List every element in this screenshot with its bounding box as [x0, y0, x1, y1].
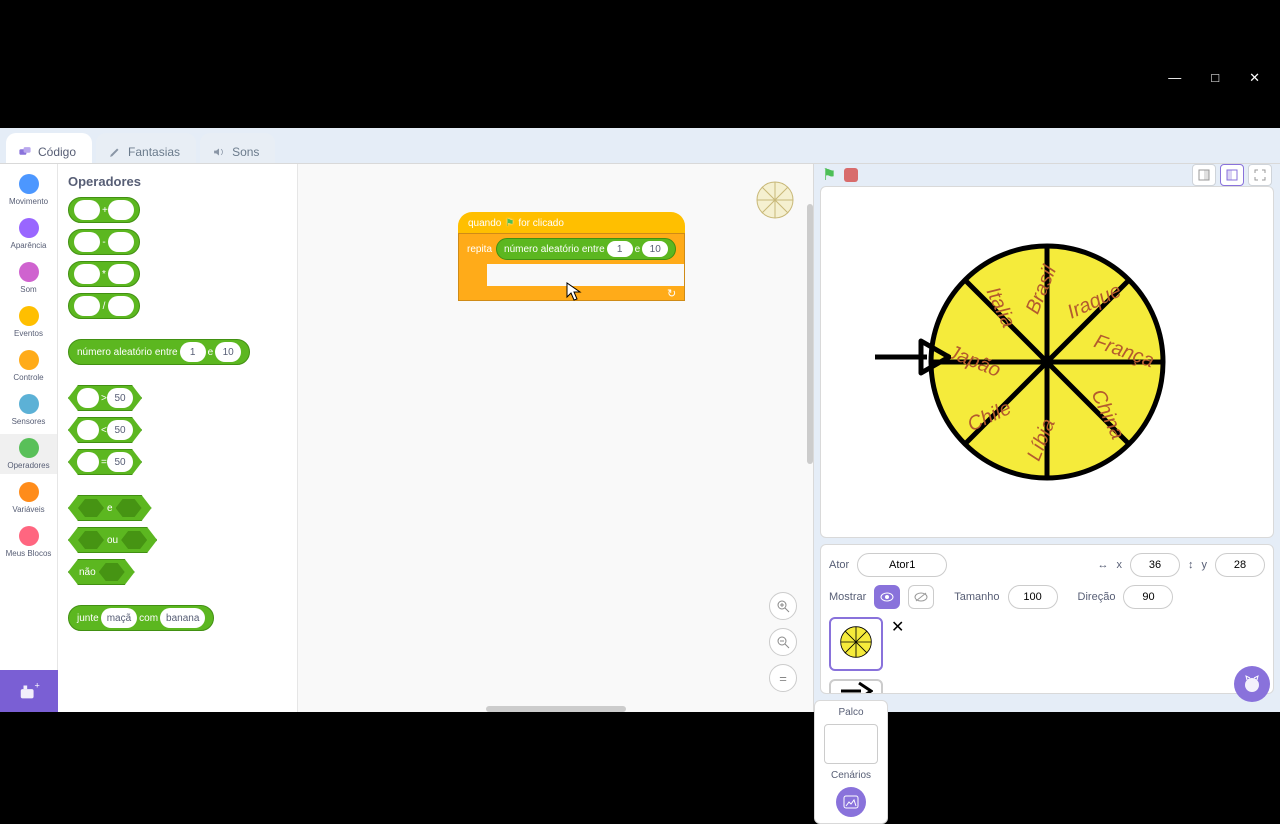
cat-operadores[interactable]: Operadores: [0, 434, 57, 474]
stage-large-button[interactable]: [1220, 164, 1244, 186]
stop-button[interactable]: [844, 168, 858, 182]
op-join[interactable]: juntemaçãcombanana: [68, 605, 287, 631]
show-button[interactable]: [874, 585, 900, 609]
zoom-out-button[interactable]: [769, 628, 797, 656]
loop-arrow-icon: ↻: [667, 287, 676, 300]
hide-button[interactable]: [908, 585, 934, 609]
show-label: Mostrar: [829, 591, 866, 603]
sprite-name-input[interactable]: [857, 553, 947, 577]
cat-variaveis[interactable]: Variáveis: [0, 478, 57, 518]
op-eq[interactable]: =50: [68, 449, 287, 475]
window-maximize[interactable]: □: [1211, 70, 1219, 86]
window-close[interactable]: ✕: [1249, 70, 1260, 86]
op-lt[interactable]: <50: [68, 417, 287, 443]
tab-costumes-label: Fantasias: [128, 145, 180, 159]
cat-controle[interactable]: Controle: [0, 346, 57, 386]
sprite-y-input[interactable]: [1215, 553, 1265, 577]
green-flag-button[interactable]: ⚑: [822, 165, 836, 185]
add-extension-button[interactable]: +: [0, 670, 58, 712]
category-palette: Movimento Aparência Som Eventos Controle…: [0, 164, 58, 712]
op-mul[interactable]: *: [68, 261, 287, 287]
cat-eventos[interactable]: Eventos: [0, 302, 57, 342]
block-random-inline[interactable]: número aleatório entre 1 e 10: [496, 238, 676, 260]
op-random[interactable]: número aleatório entre1e10: [68, 339, 287, 365]
stage-panel: Palco Cenários: [814, 700, 888, 824]
zoom-in-button[interactable]: [769, 592, 797, 620]
sprite-thumb-wheel[interactable]: [829, 617, 883, 671]
code-icon: [18, 145, 32, 159]
sprite-info-panel: Ator ↔ x ↕ y Mostrar Tamanho: [820, 544, 1274, 694]
script-workspace[interactable]: quando ⚑ for clicado repita número aleat…: [298, 164, 814, 712]
op-or[interactable]: ou: [68, 527, 287, 553]
workspace-scrollbar-h[interactable]: [486, 706, 626, 712]
stage-title: Palco: [838, 707, 863, 718]
tab-costumes[interactable]: Fantasias: [96, 133, 196, 163]
stage-canvas[interactable]: Brasil Iraque França China Líbia Chile J…: [820, 186, 1274, 538]
tab-code[interactable]: Código: [6, 133, 92, 163]
image-icon: [843, 795, 859, 809]
sprite-watermark: [755, 180, 795, 220]
green-flag-icon: ⚑: [505, 218, 514, 229]
extension-icon: +: [18, 680, 40, 702]
add-backdrop-button[interactable]: [836, 787, 866, 817]
sprite-label: Ator: [829, 559, 849, 571]
block-palette: Operadores + - * / número aleatório entr…: [58, 164, 298, 712]
editor-tabs: Código Fantasias Sons: [0, 128, 1280, 164]
backdrop-thumb[interactable]: [824, 724, 878, 764]
op-not[interactable]: não: [68, 559, 287, 585]
cat-som[interactable]: Som: [0, 258, 57, 298]
cat-aparencia[interactable]: Aparência: [0, 214, 57, 254]
workspace-scrollbar-v[interactable]: [807, 204, 813, 464]
op-sub[interactable]: -: [68, 229, 287, 255]
backdrops-label: Cenários: [831, 770, 871, 781]
op-div[interactable]: /: [68, 293, 287, 319]
window-minimize[interactable]: —: [1168, 70, 1181, 86]
op-and[interactable]: e: [68, 495, 287, 521]
sprite-thumb-arrow[interactable]: [829, 679, 883, 694]
stage-header: ⚑: [814, 164, 1280, 186]
delete-sprite-button[interactable]: ✕: [891, 617, 904, 671]
add-sprite-button[interactable]: [1234, 666, 1270, 702]
sprite-direction-input[interactable]: [1123, 585, 1173, 609]
tab-sounds-label: Sons: [232, 145, 259, 159]
script-stack[interactable]: quando ⚑ for clicado repita número aleat…: [458, 212, 685, 301]
fullscreen-button[interactable]: [1248, 164, 1272, 186]
hat-when-flag[interactable]: quando ⚑ for clicado: [458, 212, 685, 235]
sound-icon: [212, 145, 226, 159]
op-gt[interactable]: >50: [68, 385, 287, 411]
cat-movimento[interactable]: Movimento: [0, 170, 57, 210]
tab-code-label: Código: [38, 145, 76, 159]
zoom-reset-button[interactable]: =: [769, 664, 797, 692]
cat-meusblocos[interactable]: Meus Blocos: [0, 522, 57, 562]
tab-sounds[interactable]: Sons: [200, 133, 275, 163]
palette-title: Operadores: [68, 174, 287, 189]
svg-text:+: +: [35, 680, 40, 690]
stage-small-button[interactable]: [1192, 164, 1216, 186]
wheel-sprite: Brasil Iraque França China Líbia Chile J…: [927, 242, 1167, 482]
brush-icon: [108, 145, 122, 159]
cat-icon: [1242, 674, 1262, 694]
op-add[interactable]: +: [68, 197, 287, 223]
pointer-sprite: [871, 337, 951, 377]
sprite-size-input[interactable]: [1008, 585, 1058, 609]
block-repeat[interactable]: repita número aleatório entre 1 e 10 ↻: [458, 233, 685, 301]
cat-sensores[interactable]: Sensores: [0, 390, 57, 430]
sprite-x-input[interactable]: [1130, 553, 1180, 577]
